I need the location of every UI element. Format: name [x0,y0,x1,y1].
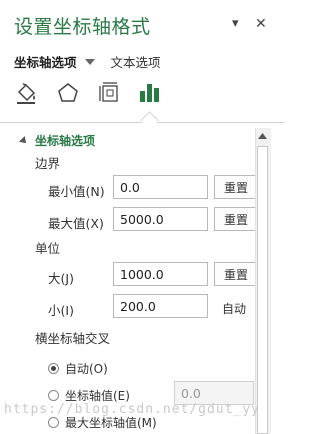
major-unit-input[interactable]: 1000.0 [113,262,208,286]
max-value-input[interactable]: 5000.0 [113,207,208,231]
radio-axis-value[interactable] [48,390,59,401]
min-reset-button[interactable]: 重置 [214,175,258,199]
active-tab-pointer [140,111,159,130]
max-reset-button[interactable]: 重置 [214,207,258,231]
minor-unit-input[interactable]: 200.0 [113,294,208,318]
minor-auto-label: 自动 [222,302,247,316]
scroll-up-icon[interactable] [255,128,270,143]
watermark: https://blog.csdn.net/gdut_yy [4,402,260,417]
panel-menu-icon[interactable]: ▾ [232,16,239,31]
units-label: 单位 [35,241,61,256]
bounds-label: 边界 [35,156,61,171]
major-unit-label: 大(J) [48,271,74,286]
min-value-input[interactable]: 0.0 [113,175,208,199]
collapse-triangle-icon[interactable] [19,135,29,146]
scrollbar-thumb[interactable] [257,146,268,434]
major-reset-button[interactable]: 重置 [214,262,258,286]
panel-title: 设置坐标轴格式 [14,16,151,38]
fill-line-icon[interactable] [14,80,40,106]
effects-pentagon-icon[interactable] [55,80,81,106]
close-icon[interactable]: ✕ [255,16,267,32]
horizontal-axis-crosses-label: 横坐标轴交叉 [35,331,111,346]
tab-axis-options[interactable]: 坐标轴选项 [14,52,77,71]
cross-option-auto-label: 自动(O) [65,362,108,376]
cross-option-auto[interactable]: 自动(O) [48,360,108,377]
max-label: 最大值(X) [48,216,104,231]
min-label: 最小值(N) [48,184,105,199]
axis-options-bar-chart-icon[interactable] [137,80,163,106]
radio-auto[interactable] [48,363,59,374]
chevron-down-icon[interactable] [84,58,95,65]
radio-max-axis-value[interactable] [48,417,59,428]
minor-unit-label: 小(I) [48,303,74,318]
tab-text-options[interactable]: 文本选项 [111,52,161,71]
size-properties-icon[interactable] [96,80,122,106]
section-title: 坐标轴选项 [35,134,96,148]
section-header-axis-options[interactable]: 坐标轴选项 [19,132,96,149]
